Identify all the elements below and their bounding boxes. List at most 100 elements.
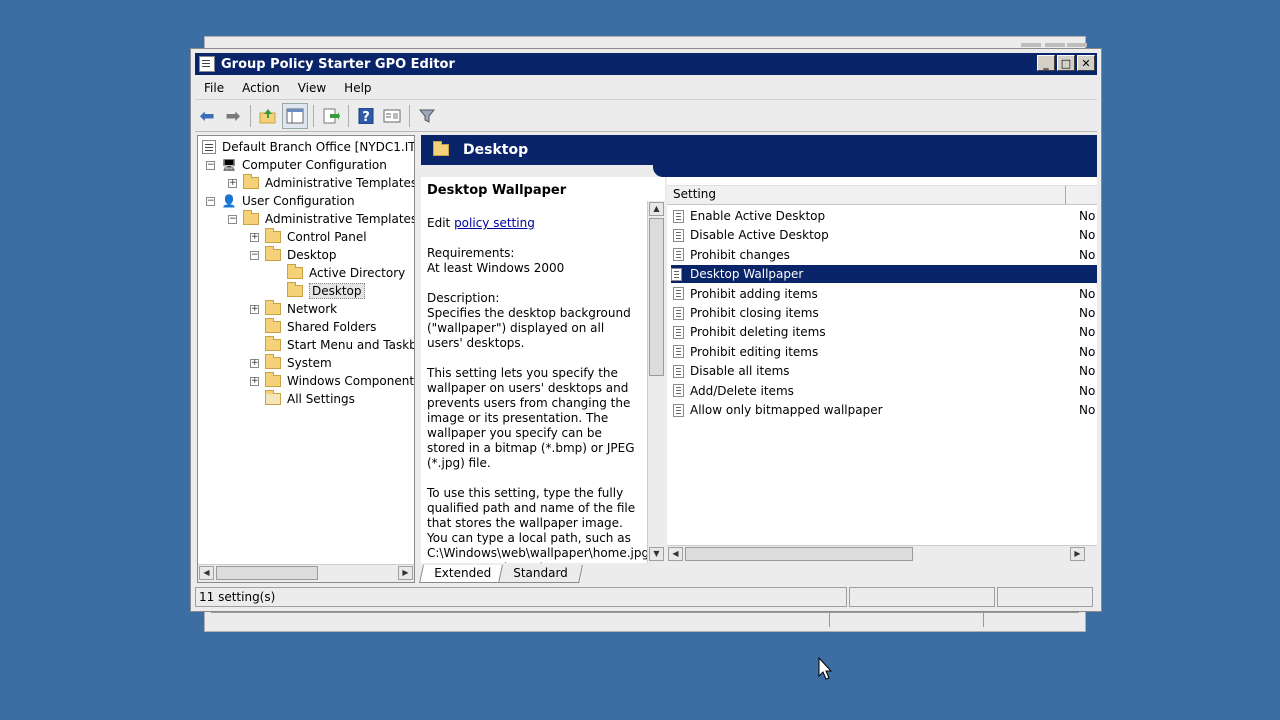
back-window-statusbar (211, 612, 1079, 627)
tree-node-computer-configuration[interactable]: − 🖥 Computer Configuration (206, 156, 387, 174)
scrollbar-thumb[interactable] (216, 566, 318, 580)
tree-node-gpo[interactable]: Default Branch Office [NYDC1.ITFr (202, 138, 414, 156)
scroll-right-arrow-icon[interactable]: ▶ (1070, 547, 1085, 561)
policy-setting-icon (673, 325, 684, 339)
tree-node-network[interactable]: + Network (250, 300, 337, 318)
show-hide-tree-button[interactable] (282, 103, 308, 129)
up-one-level-button[interactable] (256, 104, 280, 128)
scroll-left-arrow-icon[interactable]: ◀ (199, 566, 214, 580)
policy-setting-icon (671, 267, 682, 281)
tree-node-shared-folders[interactable]: Shared Folders (265, 318, 376, 336)
gpo-editor-icon (199, 56, 215, 72)
console-tree[interactable]: Default Branch Office [NYDC1.ITFr − 🖥 Co… (197, 135, 415, 583)
folder-icon (287, 264, 303, 279)
column-setting-header[interactable]: Setting (673, 187, 716, 201)
tree-label: All Settings (287, 392, 355, 406)
status-text: 11 setting(s) (195, 587, 847, 607)
back-button[interactable]: ⬅ (195, 104, 219, 128)
help-button[interactable]: ? (354, 104, 378, 128)
tab-extended[interactable]: Extended (419, 565, 506, 583)
tree-node-all-settings[interactable]: All Settings (265, 390, 355, 408)
expand-icon[interactable]: + (228, 178, 237, 188)
tree-node-windows-components[interactable]: + Windows Components (250, 372, 415, 390)
tree-label: Windows Components (287, 374, 415, 388)
view-tabs: Extended Standard (419, 565, 583, 583)
collapse-icon[interactable]: − (206, 160, 215, 170)
tab-label: Extended (434, 566, 492, 580)
export-list-button[interactable] (319, 104, 343, 128)
collapse-icon[interactable]: − (250, 250, 259, 260)
scroll-left-arrow-icon[interactable]: ◀ (668, 547, 683, 561)
forward-arrow-icon: ➡ (225, 105, 241, 127)
column-divider[interactable] (1065, 186, 1066, 204)
tab-standard[interactable]: Standard (498, 565, 583, 583)
close-button[interactable]: ✕ (1077, 55, 1095, 71)
filter-icon (418, 109, 436, 123)
description-pane: Desktop Wallpaper Edit policy setting Re… (421, 177, 665, 563)
minimize-button[interactable]: _ (1037, 55, 1055, 71)
scroll-up-arrow-icon[interactable]: ▲ (649, 202, 664, 216)
tree-node-user-configuration[interactable]: − 👤 User Configuration (206, 192, 355, 210)
expand-icon[interactable]: + (250, 358, 259, 368)
menu-file[interactable]: File (195, 77, 233, 99)
forward-button[interactable]: ➡ (221, 104, 245, 128)
filter-button[interactable] (415, 104, 439, 128)
list-item[interactable]: Disable Active Desktop No (673, 226, 1097, 244)
title-bar[interactable]: Group Policy Starter GPO Editor _ □ ✕ (195, 53, 1097, 75)
menu-action[interactable]: Action (233, 77, 289, 99)
scroll-down-arrow-icon[interactable]: ▼ (649, 547, 664, 561)
setting-state: No (1079, 209, 1096, 223)
tree-node-active-directory[interactable]: Active Directory (287, 264, 405, 282)
scrollbar-thumb[interactable] (685, 547, 913, 561)
list-item[interactable]: Desktop Wallpaper (671, 265, 1097, 284)
tree-node-desktop-selected[interactable]: Desktop (287, 282, 365, 300)
list-item[interactable]: Prohibit adding items No (673, 285, 1097, 303)
list-item[interactable]: Add/Delete items No (673, 382, 1097, 400)
scroll-right-arrow-icon[interactable]: ▶ (398, 566, 413, 580)
scrollbar-thumb[interactable] (649, 218, 664, 376)
list-horizontal-scrollbar[interactable]: ◀ ▶ (667, 545, 1097, 563)
list-item[interactable]: Prohibit deleting items No (673, 323, 1097, 341)
tree-node-start-menu[interactable]: Start Menu and Taskba (265, 336, 414, 354)
tree-node-user-admin-templates[interactable]: − Administrative Templates (228, 210, 414, 228)
list-item[interactable]: Prohibit changes No (673, 246, 1097, 264)
tree-node-control-panel[interactable]: + Control Panel (250, 228, 367, 246)
back-window-status-divider (983, 613, 984, 627)
tree-label: Desktop (287, 248, 337, 262)
description-vertical-scrollbar[interactable]: ▲ ▼ (647, 201, 665, 563)
list-item[interactable]: Disable all items No (673, 362, 1097, 380)
setting-name: Disable all items (690, 364, 790, 379)
toolbar-separator (348, 105, 349, 127)
settings-list[interactable]: Setting Enable Active Desktop No Disable A… (667, 177, 1097, 563)
setting-name: Disable Active Desktop (690, 228, 829, 243)
tree-node-desktop[interactable]: − Desktop (250, 246, 337, 264)
list-item[interactable]: Enable Active Desktop No (673, 207, 1097, 225)
maximize-button[interactable]: □ (1057, 55, 1075, 71)
toolbar-separator (313, 105, 314, 127)
expand-icon[interactable]: + (250, 376, 259, 386)
expand-icon[interactable]: + (250, 232, 259, 242)
list-item[interactable]: Prohibit closing items No (673, 304, 1097, 322)
header-band-curve (653, 165, 1097, 177)
tree-node-computer-admin-templates[interactable]: + Administrative Templates (228, 174, 414, 192)
menu-bar: File Action View Help (195, 77, 1097, 100)
folder-icon (265, 318, 281, 333)
collapse-icon[interactable]: − (206, 196, 215, 206)
list-item[interactable]: Prohibit editing items No (673, 343, 1097, 361)
folder-icon (433, 141, 449, 156)
list-item[interactable]: Allow only bitmapped wallpaper No (673, 401, 1097, 419)
tree-horizontal-scrollbar[interactable]: ◀ ▶ (198, 564, 414, 582)
collapse-icon[interactable]: − (228, 214, 237, 224)
tree-label: Computer Configuration (242, 158, 387, 172)
svg-text:?: ? (362, 110, 370, 124)
tree-node-system[interactable]: + System (250, 354, 332, 372)
edit-policy-setting-link[interactable]: policy setting (454, 216, 535, 230)
setting-name: Prohibit editing items (690, 344, 819, 359)
description-content: Desktop Wallpaper Edit policy setting Re… (427, 183, 649, 563)
menu-help[interactable]: Help (335, 77, 380, 99)
export-list-icon (323, 108, 340, 124)
menu-view[interactable]: View (289, 77, 335, 99)
list-header: Setting (667, 185, 1097, 205)
expand-icon[interactable]: + (250, 304, 259, 314)
properties-button[interactable] (380, 104, 404, 128)
